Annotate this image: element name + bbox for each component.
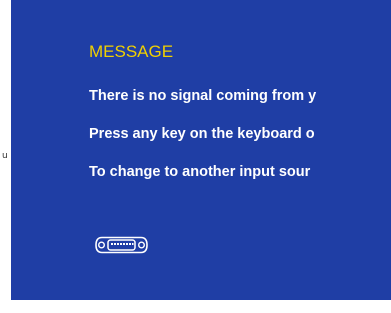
connector-screw-right: [138, 241, 146, 249]
side-fragment-text: u: [2, 151, 8, 161]
message-line-press-key: Press any key on the keyboard o: [89, 126, 315, 142]
message-title: MESSAGE: [89, 42, 174, 61]
connector-pins: [111, 243, 134, 245]
message-line-no-signal: There is no signal coming from y: [89, 88, 317, 104]
message-line-change-input: To change to another input sour: [89, 164, 311, 180]
connector-screw-left: [97, 241, 105, 249]
dvi-connector-icon: [95, 236, 148, 254]
no-signal-screen: MESSAGE There is no signal coming from y…: [11, 0, 391, 300]
